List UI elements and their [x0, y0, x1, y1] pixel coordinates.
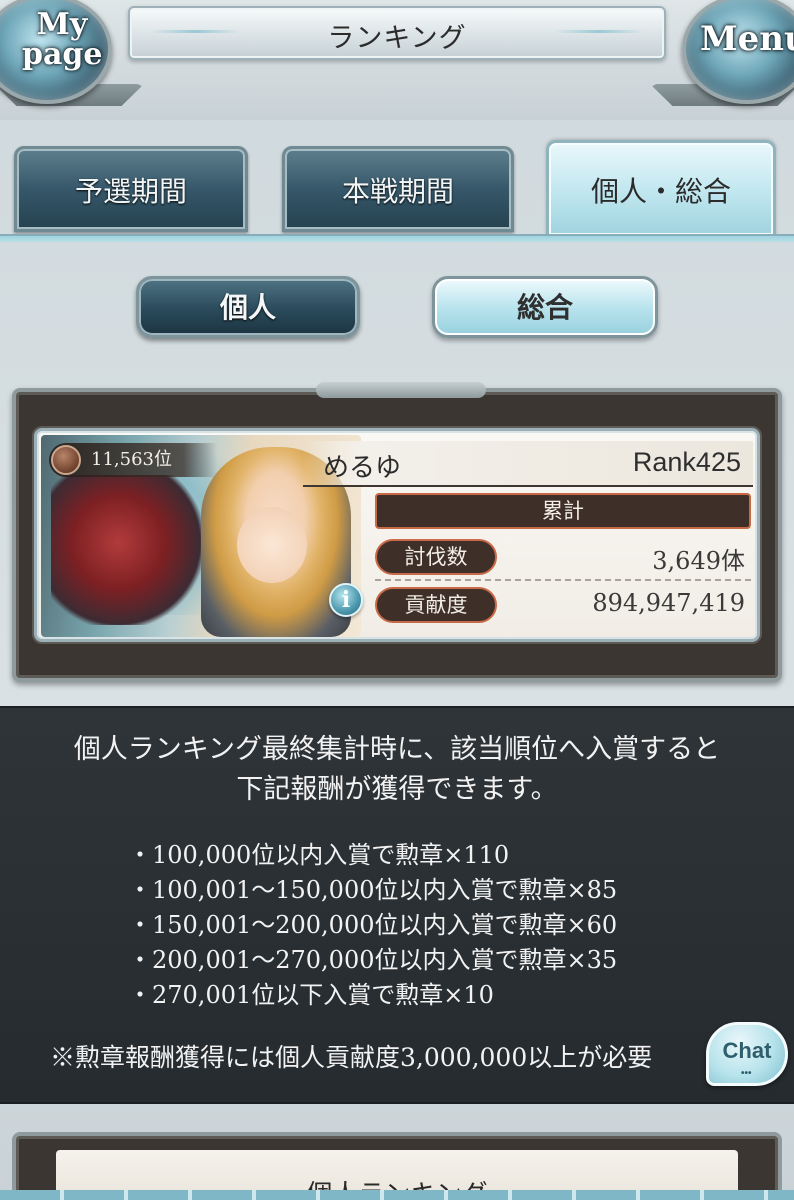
tab-underline	[0, 234, 794, 242]
stat-value-kills: 3,649体	[652, 547, 745, 575]
reward-intro-line-2: 下記報酬が獲得できます。	[236, 774, 558, 805]
title-plate: ランキング	[128, 6, 666, 60]
tab-main-battle[interactable]: 本戦期間	[282, 146, 514, 232]
chat-dots-icon: •••	[741, 1068, 752, 1079]
player-name: めるゆ	[323, 453, 402, 483]
subtab-individual[interactable]: 個人	[136, 276, 360, 338]
tab-individual-overall[interactable]: 個人・総合	[546, 140, 776, 238]
mypage-label: My page	[22, 7, 103, 72]
stats-header: 累計	[375, 493, 751, 529]
stat-divider	[375, 579, 751, 581]
frame-ornament	[316, 382, 486, 398]
info-icon[interactable]: i	[329, 583, 363, 617]
reward-item: 270,001位以下入賞で勲章×10	[128, 978, 617, 1013]
chat-button[interactable]: Chat •••	[706, 1022, 788, 1086]
stat-value-contribution: 894,947,419	[592, 589, 745, 617]
stat-label-contribution: 貢献度	[375, 587, 497, 623]
reward-intro: 個人ランキング最終集計時に、該当順位へ入賞すると 下記報酬が獲得できます。	[0, 730, 794, 810]
reward-item: 100,000位以内入賞で勲章×110	[128, 838, 617, 873]
stat-row-contribution: 貢献度 894,947,419	[375, 583, 751, 627]
header: My page ランキング Menu	[0, 0, 794, 120]
reward-note: ※勲章報酬獲得には個人貢献度3,000,000以上が必要	[50, 1043, 653, 1072]
stat-row-kills: 討伐数 3,649体	[375, 535, 751, 579]
player-rank: Rank425	[632, 447, 741, 477]
reward-info-panel: 個人ランキング最終集計時に、該当順位へ入賞すると 下記報酬が獲得できます。 10…	[0, 706, 794, 1104]
art-character-face	[237, 507, 307, 583]
ranking-medal-icon	[51, 445, 81, 475]
page-title: ランキング	[327, 23, 467, 54]
stat-label-kills: 討伐数	[375, 539, 497, 575]
ranking-list-strip	[0, 1190, 794, 1200]
player-name-bar: めるゆ Rank425	[303, 441, 753, 487]
rank-position: 11,563位	[91, 449, 172, 470]
menu-label: Menu	[700, 19, 794, 59]
reward-item: 150,001〜200,000位以内入賞で勲章×60	[128, 908, 617, 943]
reward-intro-line-1: 個人ランキング最終集計時に、該当順位へ入賞すると	[73, 734, 721, 765]
reward-item: 200,001〜270,000位以内入賞で勲章×35	[128, 943, 617, 978]
chat-label: Chat	[722, 1038, 772, 1063]
period-tabs: 予選期間 本戦期間 個人・総合	[0, 140, 794, 240]
player-card-frame: 11,563位 i めるゆ Rank425 累計 討伐数 3,649体 貢献度 …	[12, 382, 782, 682]
reward-item: 100,001〜150,000位以内入賞で勲章×85	[128, 873, 617, 908]
art-summon	[51, 475, 201, 625]
tab-preliminary[interactable]: 予選期間	[14, 146, 248, 232]
subtab-overall[interactable]: 総合	[432, 276, 658, 338]
reward-list: 100,000位以内入賞で勲章×110 100,001〜150,000位以内入賞…	[128, 838, 617, 1013]
player-card: 11,563位 i めるゆ Rank425 累計 討伐数 3,649体 貢献度 …	[34, 428, 760, 642]
